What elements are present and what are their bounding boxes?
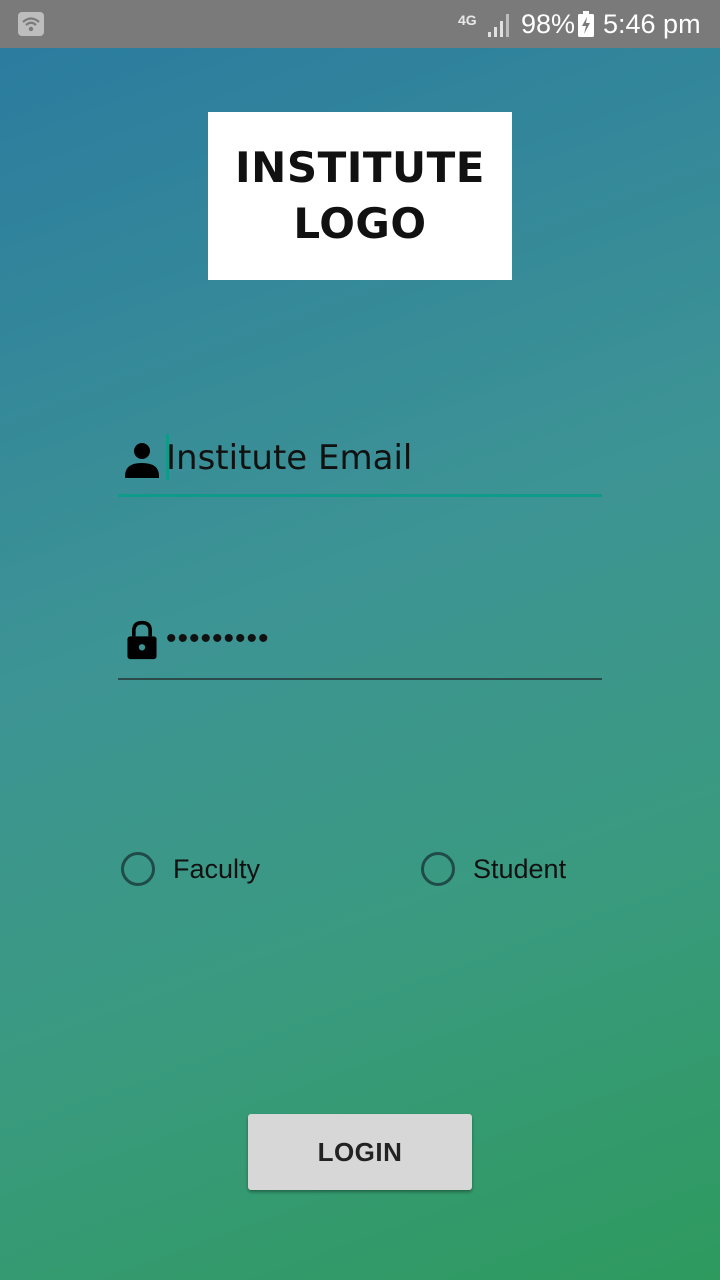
logo-line-2: LOGO [293,199,427,248]
logo-line-1: INSTITUTE [235,143,485,192]
status-bar: 4G 98% 5:46 pm [0,0,720,48]
battery-charging-icon [578,11,594,37]
network-type: 4G [458,12,477,28]
battery-percent: 98% [521,9,576,39]
password-input[interactable]: ••••••••• [166,622,270,656]
password-field[interactable]: ••••••••• [118,616,602,680]
clock: 5:46 pm [603,9,701,39]
wifi-icon [18,12,44,36]
logo-text: INSTITUTE LOGO [235,140,485,252]
email-input-placeholder[interactable]: Institute Email [166,438,412,478]
student-radio-label[interactable]: Student [473,854,566,885]
faculty-radio-label[interactable]: Faculty [173,854,260,885]
faculty-radio[interactable]: Faculty [121,848,260,890]
login-button[interactable]: LOGIN [248,1114,472,1190]
faculty-radio-circle[interactable] [121,852,155,886]
institute-logo: INSTITUTE LOGO [208,112,512,280]
signal-icon [488,14,509,37]
lock-icon [127,620,157,660]
student-radio[interactable]: Student [421,848,566,890]
student-radio-circle[interactable] [421,852,455,886]
person-icon [125,443,159,478]
email-field[interactable]: Institute Email [118,432,602,497]
